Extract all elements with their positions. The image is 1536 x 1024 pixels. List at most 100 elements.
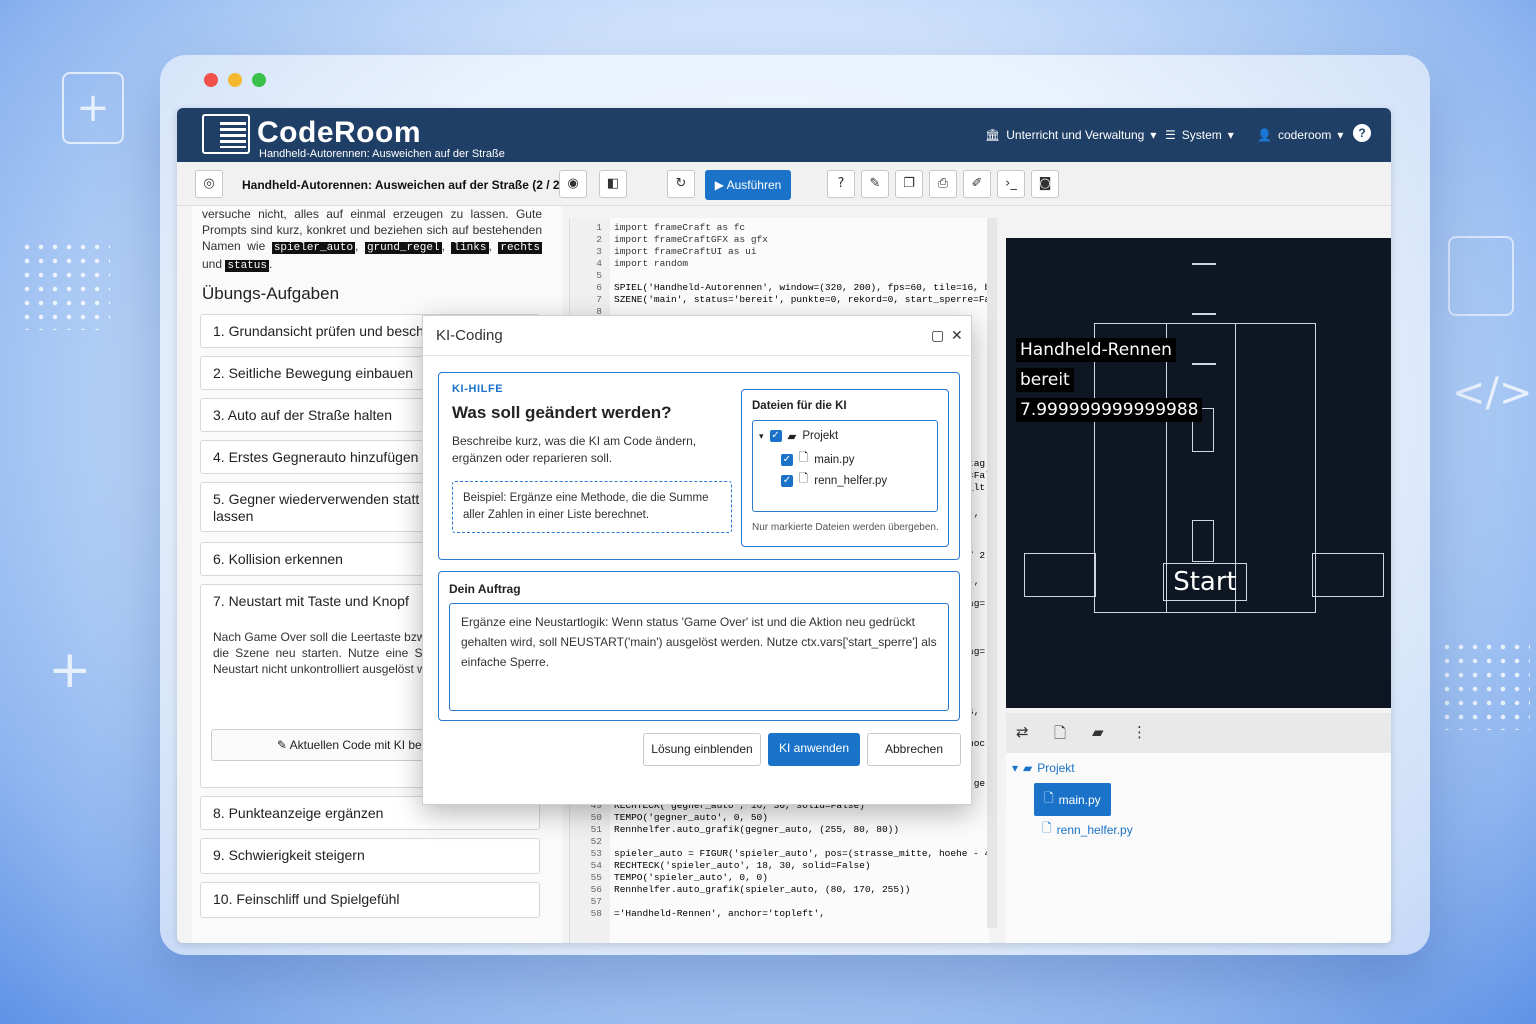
files-heading: Dateien für die KI <box>752 400 847 412</box>
magic-wand-icon[interactable]: ✎ <box>861 170 889 198</box>
game-start-button[interactable]: Start <box>1163 563 1247 601</box>
help-description: Beschreibe kurz, was die KI am Code ände… <box>452 434 697 465</box>
exercise-item[interactable]: 9. Schwierigkeit steigern <box>200 838 540 874</box>
code-text: import frameCraftGFX as gfx <box>614 234 768 245</box>
tree-file[interactable]: 🗋 renn_helfer.py <box>1042 819 1133 840</box>
record-icon[interactable]: ◉ <box>559 170 587 198</box>
windows-icon[interactable]: ❐ <box>895 170 923 198</box>
lesson-title: Handheld-Autorennen: Ausweichen auf der … <box>242 178 571 192</box>
show-solution-button[interactable]: Lösung einblenden <box>643 733 761 766</box>
code-line: 2 import frameCraftGFX as gfx <box>570 234 989 246</box>
line-number: 56 <box>590 884 602 895</box>
line-number: 6 <box>596 282 602 293</box>
code-text: TEMPO('spieler_auto', 0, 0) <box>614 872 768 883</box>
maximize-icon[interactable]: ▢ <box>931 328 944 344</box>
folder-icon[interactable]: ▰ <box>1092 723 1104 741</box>
player-car <box>1192 520 1214 562</box>
code-line: 58 ='Handheld-Rennen', anchor='topleft', <box>570 908 989 920</box>
file-icon: 🗋 <box>799 452 809 464</box>
tree-project-row[interactable]: ▾ ✓ ▰ Projekt <box>759 429 838 443</box>
reload-icon[interactable]: ↻ <box>667 170 695 198</box>
target-icon[interactable]: ◎ <box>195 170 223 198</box>
run-button-label: Ausführen <box>726 178 782 192</box>
layout-toggle-icon[interactable]: ◧ <box>599 170 627 198</box>
edit-icon[interactable]: ✐ <box>963 170 991 198</box>
tree-file-selected[interactable]: 🗋 main.py <box>1034 783 1111 816</box>
top-navbar: CodeRoom Handheld-Autorennen: Ausweichen… <box>177 108 1391 162</box>
code-text: SZENE('main', status='bereit', punkte=0,… <box>614 294 989 305</box>
files-checkbox-tree: ▾ ✓ ▰ Projekt ✓ 🗋 main.py ✓ 🗋 renn_helfe… <box>752 420 938 512</box>
code-line: 6 SPIEL('Handheld-Autorennen', window=(32… <box>570 282 989 294</box>
tree-file-label: renn_helfer.py <box>1056 822 1133 837</box>
nav-system-menu[interactable]: ☰ System ▾ <box>1165 128 1234 142</box>
chevron-down-icon: ▾ <box>1150 128 1157 142</box>
file-download-icon[interactable]: ⎙ <box>929 170 957 198</box>
checkbox-checked-icon[interactable]: ✓ <box>781 453 793 466</box>
tree-file-row[interactable]: ✓ 🗋 renn_helfer.py <box>781 471 887 490</box>
line-number: 50 <box>590 812 602 823</box>
tree-project-label: Projekt <box>1037 761 1075 775</box>
code-line: 56 Rennhelfer.auto_grafik(spieler_auto, (… <box>570 884 989 896</box>
tree-project-label: Projekt <box>802 430 839 442</box>
chevron-down-icon: ▾ <box>1337 128 1344 142</box>
window-minimize-dot[interactable] <box>228 73 242 87</box>
code-line: 51 Rennhelfer.auto_grafik(gegner_auto, (2… <box>570 824 989 836</box>
list-icon: ☰ <box>1165 128 1176 142</box>
building-icon: 🏛 <box>985 128 1001 142</box>
line-number: 3 <box>596 246 602 257</box>
background-dot-pattern <box>20 240 110 330</box>
terminal-icon[interactable]: ›_ <box>997 170 1025 198</box>
dialog-title: KI-Coding <box>436 327 503 344</box>
game-canvas[interactable]: Handheld-Rennen bereit 7.999999999999988… <box>1006 238 1391 708</box>
tree-file-row[interactable]: ✓ 🗋 main.py <box>781 450 855 469</box>
checkbox-checked-icon[interactable]: ✓ <box>781 474 793 487</box>
code-line: 57 <box>570 896 989 908</box>
game-title-label: Handheld-Rennen <box>1016 338 1176 362</box>
code-text: Rennhelfer.auto_grafik(gegner_auto, (255… <box>614 824 900 835</box>
code-text: import frameCraft as fc <box>614 222 746 233</box>
road-marking <box>1192 313 1216 315</box>
tree-project-folder[interactable]: ▾ ▰ Projekt <box>1012 761 1075 775</box>
more-options-icon[interactable]: ⋮ <box>1132 723 1147 741</box>
dialog-header: KI-Coding ▢ ✕ <box>423 316 973 356</box>
code-chip: links <box>451 242 489 254</box>
window-close-dot[interactable] <box>204 73 218 87</box>
code-line: 7 SZENE('main', status='bereit', punkte=0… <box>570 294 989 306</box>
background-document-icon <box>1448 236 1514 316</box>
brand-name: CodeRoom <box>257 116 421 149</box>
line-number: 7 <box>596 294 602 305</box>
caret-down-icon: ▾ <box>759 430 764 441</box>
help-icon[interactable]: ? <box>827 170 855 198</box>
nav-teaching-menu[interactable]: 🏛 Unterricht und Verwaltung ▾ <box>985 128 1156 142</box>
code-chip: grund_regel <box>364 242 442 254</box>
ki-help-section: KI-HILFE Was soll geändert werden? Besch… <box>438 372 960 560</box>
checkbox-checked-icon[interactable]: ✓ <box>769 430 782 442</box>
left-control-button[interactable] <box>1024 553 1096 597</box>
camera-icon[interactable]: ◙ <box>1031 170 1059 198</box>
line-number: 5 <box>596 270 602 281</box>
line-number: 57 <box>590 896 602 907</box>
close-icon[interactable]: ✕ <box>951 328 963 344</box>
cancel-button[interactable]: Abbrechen <box>867 733 961 766</box>
swap-icon[interactable]: ⇄ <box>1016 723 1029 741</box>
editor-scrollbar[interactable] <box>987 218 997 928</box>
window-maximize-dot[interactable] <box>252 73 266 87</box>
background-plus-icon: + <box>62 72 124 144</box>
line-number: 52 <box>590 836 602 847</box>
right-control-button[interactable] <box>1312 553 1384 597</box>
game-status-label: bereit <box>1016 368 1074 392</box>
run-button[interactable]: ▶ Ausführen <box>705 170 791 200</box>
help-title: Was soll geändert werden? <box>452 403 672 422</box>
nav-teaching-label: Unterricht und Verwaltung <box>1006 128 1145 142</box>
task-textarea[interactable]: Ergänze eine Neustartlogik: Wenn status … <box>449 603 949 711</box>
code-line: 55 TEMPO('spieler_auto', 0, 0) <box>570 872 989 884</box>
apply-ki-button[interactable]: KI anwenden <box>768 733 860 766</box>
new-file-icon[interactable]: 🗋 <box>1054 723 1066 748</box>
code-chip: rechts <box>498 242 543 254</box>
help-icon[interactable]: ? <box>1353 124 1371 142</box>
code-chip: status <box>225 260 269 272</box>
nav-user-menu[interactable]: 👤 coderoom ▾ <box>1257 128 1343 142</box>
exercise-item[interactable]: 10. Feinschliff und Spielgefühl <box>200 882 540 918</box>
road-marking <box>1192 263 1216 265</box>
code-text: ='Handheld-Rennen', anchor='topleft', <box>614 908 825 919</box>
